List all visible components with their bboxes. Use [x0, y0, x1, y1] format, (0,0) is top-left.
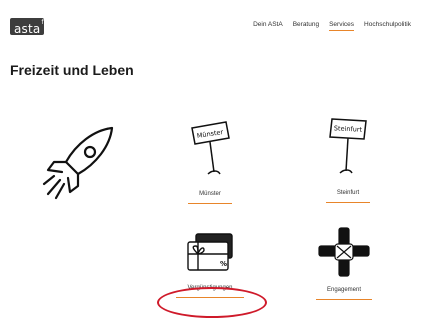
card-muenster[interactable]: Münster Münster [165, 118, 255, 204]
page-title: Freizeit und Leben [10, 62, 134, 78]
nav-item-beratung[interactable]: Beratung [293, 21, 319, 31]
logo-superscript: fh [41, 19, 48, 26]
card-steinfurt[interactable]: Steinfurt Steinfurt [303, 115, 393, 203]
card-engagement[interactable]: Engagement [299, 226, 389, 300]
gift-card-icon: % [187, 233, 233, 271]
main-nav: Dein AStA Beratung Services Hochschulpol… [253, 21, 411, 31]
nav-item-services[interactable]: Services [329, 21, 354, 31]
site-header: astafh Dein AStA Beratung Services Hochs… [0, 0, 425, 44]
card-verguenstigungen[interactable]: % Vergünstigungen [165, 228, 255, 298]
signpost-icon: Münster [191, 121, 230, 175]
card-label-muenster: Münster [188, 191, 232, 204]
signpost-icon: Steinfurt [329, 118, 367, 174]
hands-together-icon [318, 227, 370, 277]
card-label-verguenstigungen: Vergünstigungen [176, 285, 244, 298]
sign-text-steinfurt: Steinfurt [334, 124, 363, 133]
site-logo[interactable]: astafh [10, 18, 48, 36]
discount-badge: % [220, 260, 227, 268]
card-label-engagement: Engagement [315, 287, 373, 300]
nav-item-hochschulpolitik[interactable]: Hochschulpolitik [364, 21, 411, 31]
logo-text: asta [14, 22, 41, 36]
nav-item-dein-asta[interactable]: Dein AStA [253, 21, 283, 31]
rocket-icon [42, 126, 114, 200]
card-label-steinfurt: Steinfurt [325, 190, 371, 203]
